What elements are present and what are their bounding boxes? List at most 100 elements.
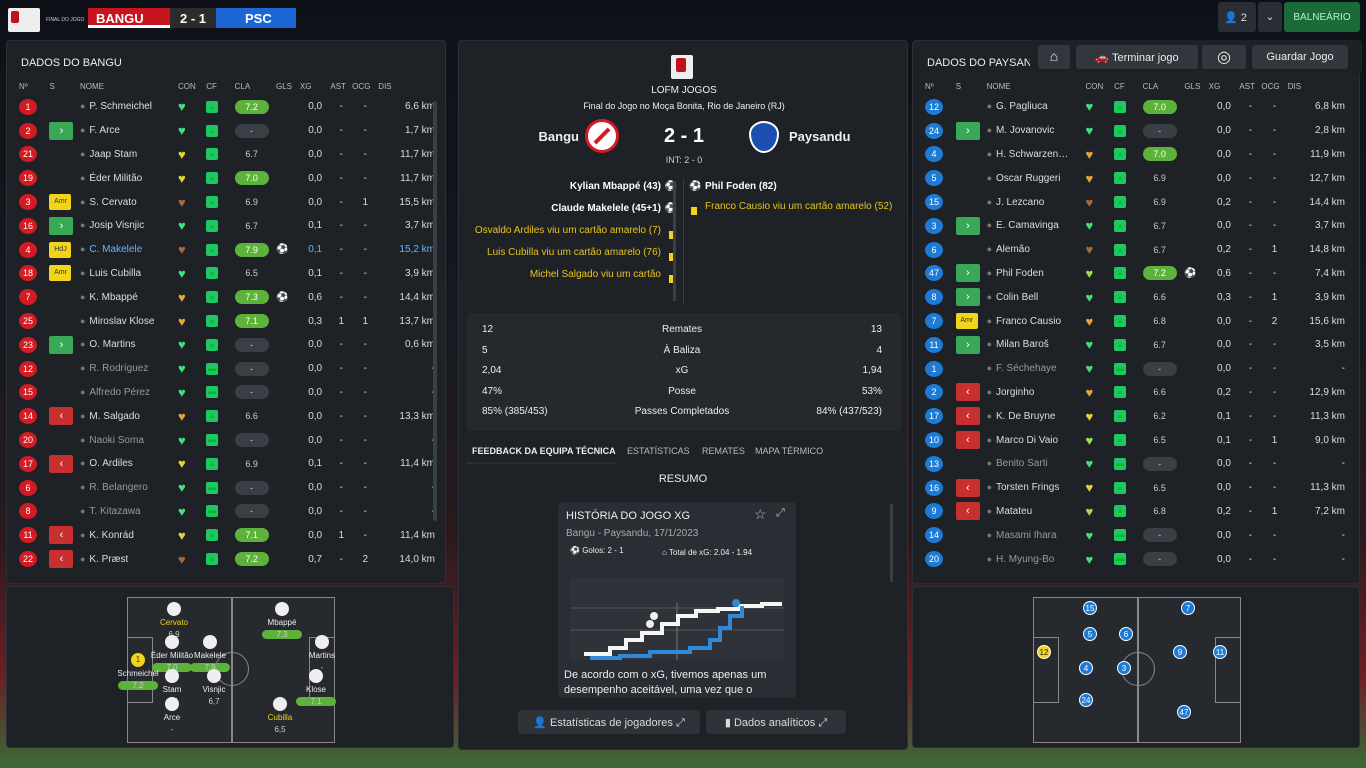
tab-remates[interactable]: REMATES [702,446,745,456]
player-name[interactable]: Jaap Stam [89,149,137,160]
player-name[interactable]: F. Arce [89,125,120,136]
table-row[interactable]: 11 ‹ ● K. Konrád ♥ ▴ 7.1 0,0 1-11,4 km [19,523,435,547]
table-row[interactable]: 10 ‹ ● Marco Di Vaio ♥ ▴ 6.5 0,1 - 1 9,0 km [925,428,1345,452]
player-name[interactable]: Alemão [996,244,1030,255]
column-header[interactable]: CLA [1143,77,1185,95]
table-row[interactable]: 20●Naoki Soma♥▬-0,0--- [19,428,435,452]
player-name[interactable]: Éder Militão [89,173,142,184]
table-row[interactable]: 1 ● P. Schmeichel ♥ ▴ 7.2 0,0- -6,6 km [19,95,435,119]
player-name[interactable]: O. Martins [89,339,135,350]
player-stats-button[interactable]: 👤 Estatísticas de jogadores ⤢ [518,710,700,734]
column-header[interactable]: S [956,77,987,95]
player-name[interactable]: H. Schwarzen… [996,149,1068,160]
table-row[interactable]: 1 ● F. Séchehaye ♥ ▬ - 0,0 - - - [925,357,1345,381]
column-header[interactable]: OCG [1261,77,1287,95]
player-token[interactable] [165,697,179,711]
table-row[interactable]: 4 HdJ ● C. Makelele ♥ ▴ 7.9 ⚽ 0,1- -15,2 km [19,238,435,262]
player-name[interactable]: Naoki Soma [89,435,143,446]
column-header[interactable]: DIS [1288,77,1345,95]
player-token[interactable] [165,669,179,683]
column-header[interactable]: CLA [235,77,276,95]
table-row[interactable]: 4 ● H. Schwarzen… ♥ ▴ 7.0 0,0 - - 11,9 km [925,143,1345,167]
player-token[interactable] [165,635,179,649]
column-header[interactable]: GLS [1184,77,1208,95]
column-header[interactable]: CON [1086,77,1115,95]
end-game-button[interactable]: 🚗 Terminar jogo [1076,45,1198,69]
player-name[interactable]: K. De Bruyne [996,411,1055,422]
table-row[interactable]: 15 ● J. Lezcano ♥ ▴ 6.9 0,2 - - 14,4 km [925,190,1345,214]
player-name[interactable]: Oscar Ruggeri [996,173,1060,184]
player-name[interactable]: Alfredo Pérez [89,387,150,398]
table-row[interactable]: 8●T. Kitazawa♥▬-0,0--- [19,500,435,524]
column-header[interactable]: GLS [276,77,300,95]
player-token[interactable]: 11 [1213,645,1227,659]
table-row[interactable]: 47 › ● Phil Foden ♥ ▴ 7.2 ⚽ 0,6 - - 7,4 km [925,262,1345,286]
table-row[interactable]: 18 Amr ● Luis Cubilla ♥ ▴ 6.5 0,1- -3,9 km [19,262,435,286]
column-header[interactable]: CF [1114,77,1143,95]
player-token[interactable]: 5 [1083,627,1097,641]
table-row[interactable]: 13 ● Benito Sarti ♥ ▬ - 0,0 - - - [925,452,1345,476]
column-header[interactable]: S [49,77,79,95]
player-token[interactable]: 24 [1079,693,1093,707]
column-header[interactable]: NOME [80,77,178,95]
table-row[interactable]: 9 ‹ ● Matateu ♥ ▴ 6.8 0,2 - 1 7,2 km [925,500,1345,524]
table-row[interactable]: 19 ● Éder Militão ♥ ▴ 7.0 0,0- -11,7 km [19,166,435,190]
balneario-button[interactable]: BALNEÁRIO [1284,2,1360,32]
users-indicator[interactable]: 👤 2 [1218,2,1256,32]
tab-mapa-termico[interactable]: MAPA TÉRMICO [755,446,823,456]
player-name[interactable]: Torsten Frings [996,482,1059,493]
player-name[interactable]: K. Mbappé [89,292,137,303]
table-row[interactable]: 15●Alfredo Pérez♥▬-0,0--- [19,381,435,405]
table-row[interactable]: 6 ● Alemão ♥ ▴ 6.7 0,2 - 1 14,8 km [925,238,1345,262]
player-token[interactable]: 15 [1083,601,1097,615]
player-token[interactable] [275,602,289,616]
player-name[interactable]: T. Kitazawa [89,506,140,517]
table-row[interactable]: 12 ● G. Pagliuca ♥ ▴ 7.0 0,0 - - 6,8 km [925,95,1345,119]
player-token[interactable]: 12 [1037,645,1051,659]
table-row[interactable]: 14 ● Masami Ihara ♥ ▬ - 0,0 - - - [925,523,1345,547]
player-name[interactable]: S. Cervato [89,197,136,208]
player-token[interactable] [203,635,217,649]
player-name[interactable]: Jorginho [996,387,1034,398]
column-header[interactable]: CF [206,77,234,95]
column-header[interactable]: XG [300,77,330,95]
player-name[interactable]: R. Belangero [89,482,147,493]
player-name[interactable]: Franco Causio [996,316,1061,327]
player-token[interactable] [315,635,329,649]
player-name[interactable]: K. Præst [89,554,128,565]
player-name[interactable]: R. Rodríguez [89,363,148,374]
column-header[interactable]: XG [1209,77,1240,95]
table-row[interactable]: 24 › ● M. Jovanovic ♥ ▴ - 0,0 - - 2,8 km [925,119,1345,143]
player-token[interactable] [273,697,287,711]
table-row[interactable]: 12●R. Rodríguez♥▬-0,0--- [19,357,435,381]
tab-estatisticas[interactable]: ESTATÍSTICAS [627,446,690,456]
column-header[interactable]: AST [1239,77,1261,95]
player-token[interactable]: 3 [1117,661,1131,675]
player-name[interactable]: Colin Bell [996,292,1038,303]
record-icon[interactable]: ◎ [1202,45,1246,69]
home-icon[interactable]: ⌂ [1038,45,1070,69]
table-row[interactable]: 21 ● Jaap Stam ♥ ▴ 6.7 0,0- -11,7 km [19,143,435,167]
table-row[interactable]: 5 ● Oscar Ruggeri ♥ ▴ 6.9 0,0 - - 12,7 km [925,166,1345,190]
star-icon[interactable]: ☆ [754,506,767,523]
summary-scrollbar[interactable] [890,504,893,582]
player-name[interactable]: Masami Ihara [996,530,1057,541]
player-name[interactable]: O. Ardiles [89,458,132,469]
column-header[interactable]: DIS [378,77,435,95]
expand-icon[interactable]: ⤢ [776,507,785,520]
table-row[interactable]: 2 › ● F. Arce ♥ ▴ -0,0- -1,7 km [19,119,435,143]
player-name[interactable]: E. Camavinga [996,220,1059,231]
player-token[interactable] [207,669,221,683]
player-token[interactable]: 7 [1181,601,1195,615]
table-row[interactable]: 17 ‹ ● O. Ardiles ♥ ▴ 6.9 0,1- -11,4 km [19,452,435,476]
tab-feedback[interactable]: FEEDBACK DA EQUIPA TÉCNICA [472,446,616,456]
table-row[interactable]: 25 ● Miroslav Klose ♥ ▴ 7.1 0,3 1 1 13,7 km [19,309,435,333]
table-row[interactable]: 11 › ● Milan Baroš ♥ ▴ 6.7 0,0 - - 3,5 km [925,333,1345,357]
events-scrollbar[interactable] [673,181,676,301]
column-header[interactable]: Nº [925,77,956,95]
player-name[interactable]: Phil Foden [996,268,1044,279]
table-row[interactable]: 7 ● K. Mbappé ♥ ▴ 7.3 ⚽ 0,6- -14,4 km [19,285,435,309]
player-name[interactable]: G. Pagliuca [996,101,1048,112]
save-game-button[interactable]: Guardar Jogo [1252,45,1348,69]
player-name[interactable]: F. Séchehaye [996,363,1057,374]
